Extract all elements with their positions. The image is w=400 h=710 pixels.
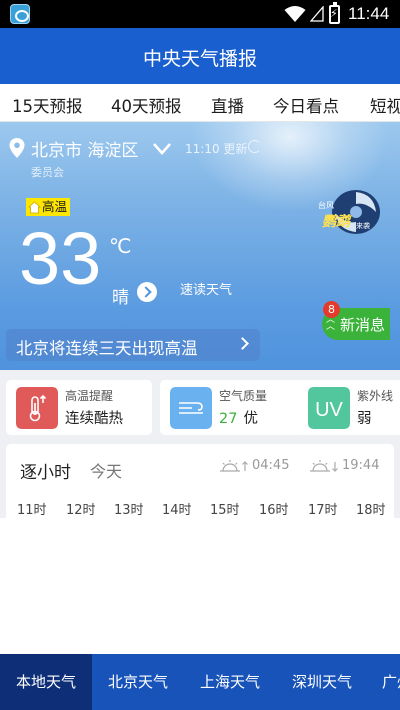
uv-icon: UV bbox=[308, 387, 350, 429]
sunset-icon bbox=[310, 459, 338, 472]
high-temp-alert-badge[interactable]: 高温 bbox=[26, 198, 71, 216]
news-count-badge: 8 bbox=[323, 301, 340, 318]
temperature-unit: ℃ bbox=[109, 234, 132, 258]
bottom-tab-shanghai[interactable]: 上海天气 bbox=[184, 654, 276, 710]
hourly-title: 逐小时 bbox=[20, 463, 71, 483]
aqi-value: 27 bbox=[219, 411, 238, 427]
headline-banner[interactable]: 北京将连续三天出现高温 bbox=[6, 329, 260, 361]
battery-charging-icon bbox=[329, 2, 340, 24]
location-pin-icon bbox=[9, 138, 25, 158]
hour-label: 12时 bbox=[66, 503, 96, 518]
status-time: 11:44 bbox=[348, 4, 390, 23]
hour-label: 11时 bbox=[17, 503, 47, 518]
card-value: 连续酷热 bbox=[65, 411, 123, 427]
aqi-level: 优 bbox=[243, 411, 258, 427]
card-title: 紫外线 bbox=[357, 389, 394, 403]
sunrise-time: 04:45 bbox=[219, 458, 289, 473]
tab-short-video[interactable]: 短视 bbox=[370, 93, 400, 117]
hour-label: 18时 bbox=[356, 503, 386, 518]
tab-live[interactable]: 直播 bbox=[211, 93, 244, 117]
bottom-tab-local[interactable]: 本地天气 bbox=[0, 654, 92, 710]
home-warning-icon bbox=[28, 200, 41, 213]
air-quality-card[interactable]: 空气质量 27 优 bbox=[160, 380, 306, 435]
typhoon-name: 鹦鹉 bbox=[322, 213, 352, 230]
bottom-tab-beijing[interactable]: 北京天气 bbox=[92, 654, 184, 710]
chevron-right-icon[interactable] bbox=[137, 282, 157, 302]
hourly-section: 逐小时 今天 04:45 19:44 11时 12时 13时 14时 15时 1… bbox=[0, 444, 400, 518]
card-title: 高温提醒 bbox=[65, 389, 114, 403]
content-placeholder bbox=[0, 518, 400, 654]
chevron-right-icon bbox=[236, 337, 249, 350]
info-cards: 高温提醒 连续酷热 空气质量 27 优 UV 紫外线 弱 bbox=[0, 370, 400, 444]
update-time: 11:10 更新 bbox=[185, 142, 248, 156]
sunrise-value: 04:45 bbox=[252, 458, 290, 473]
tab-15-day[interactable]: 15天预报 bbox=[12, 93, 83, 117]
hour-label: 15时 bbox=[210, 503, 240, 518]
app-notification-icon bbox=[10, 4, 30, 24]
bottom-tab-guangzhou[interactable]: 广州 bbox=[368, 654, 400, 710]
card-value: 弱 bbox=[357, 411, 372, 427]
hour-label: 16时 bbox=[259, 503, 289, 518]
hour-label: 14时 bbox=[162, 503, 192, 518]
thermometer-icon bbox=[16, 387, 58, 429]
uv-icon-text: UV bbox=[315, 399, 343, 421]
headline-text: 北京将连续三天出现高温 bbox=[16, 339, 198, 358]
alert-label: 高温 bbox=[42, 199, 68, 214]
typhoon-label-top: 台风 bbox=[318, 200, 334, 210]
typhoon-label-side: 来袭 bbox=[356, 221, 370, 230]
sunset-time: 19:44 bbox=[309, 458, 379, 473]
haze-icon bbox=[170, 387, 212, 429]
heat-alert-card[interactable]: 高温提醒 连续酷热 bbox=[6, 380, 152, 435]
bottom-tab-shenzhen[interactable]: 深圳天气 bbox=[276, 654, 368, 710]
tab-today-highlights[interactable]: 今日看点 bbox=[273, 93, 339, 117]
typhoon-promo-icon[interactable]: 台风 鹦鹉 来袭 bbox=[316, 184, 382, 242]
tab-strip: 15天预报 40天预报 直播 今日看点 短视 bbox=[0, 84, 400, 122]
chevron-down-icon[interactable] bbox=[152, 142, 172, 156]
sunrise-icon bbox=[220, 459, 248, 472]
tab-40-day[interactable]: 40天预报 bbox=[111, 93, 182, 117]
hour-label: 17时 bbox=[308, 503, 338, 518]
sub-location: 委员会 bbox=[31, 166, 64, 179]
card-value: 27 优 bbox=[219, 407, 258, 428]
card-title: 空气质量 bbox=[219, 389, 268, 403]
refresh-icon[interactable] bbox=[248, 140, 261, 153]
hourly-day[interactable]: 今天 bbox=[90, 458, 122, 482]
status-bar: 11:44 bbox=[0, 0, 400, 28]
location-name[interactable]: 北京市 海淀区 bbox=[31, 136, 138, 161]
wifi-icon bbox=[284, 6, 306, 22]
double-chevron-up-icon: ︿ ︿ bbox=[326, 315, 336, 332]
sunset-value: 19:44 bbox=[342, 458, 380, 473]
uv-card[interactable]: UV 紫外线 弱 bbox=[298, 380, 400, 435]
quick-read-button[interactable]: 速读天气 bbox=[180, 279, 232, 298]
hourly-card: 逐小时 今天 04:45 19:44 11时 12时 13时 14时 15时 1… bbox=[6, 444, 394, 518]
page-title: 中央天气播报 bbox=[142, 48, 257, 70]
weather-condition: 晴 bbox=[112, 288, 129, 308]
bottom-nav: 本地天气 北京天气 上海天气 深圳天气 广州 bbox=[0, 654, 400, 710]
title-bar: 中央天气播报 bbox=[0, 28, 400, 84]
weather-hero: 北京市 海淀区 11:10 更新 委员会 高温 33 ℃ 晴 速读天气 台风 鹦… bbox=[0, 122, 400, 370]
news-label: 新消息 bbox=[340, 316, 386, 334]
signal-icon bbox=[310, 6, 324, 22]
hour-label: 13时 bbox=[114, 503, 144, 518]
current-temperature: 33 bbox=[19, 217, 102, 300]
